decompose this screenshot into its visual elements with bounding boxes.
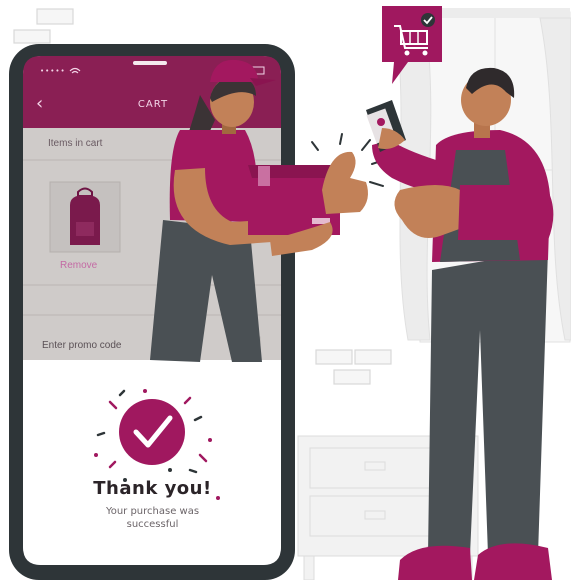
- signal-indicator: •••••: [40, 67, 66, 75]
- page-title: CART: [137, 99, 169, 110]
- remove-button[interactable]: Remove: [60, 260, 97, 271]
- back-button[interactable]: ‹: [36, 94, 54, 114]
- items-in-cart-label: Items in cart: [48, 138, 103, 149]
- confirmation-title: Thank you!: [93, 478, 212, 499]
- promo-code-field[interactable]: Enter promo code: [42, 340, 122, 351]
- confirmation-subtitle: Your purchase was successful: [70, 505, 235, 531]
- checkmark-circle-icon: [119, 399, 185, 465]
- confirmation-subtitle-line1: Your purchase was: [105, 506, 200, 517]
- chevron-left-icon: ‹: [36, 93, 44, 114]
- confirmation-subtitle-line2: successful: [126, 519, 179, 530]
